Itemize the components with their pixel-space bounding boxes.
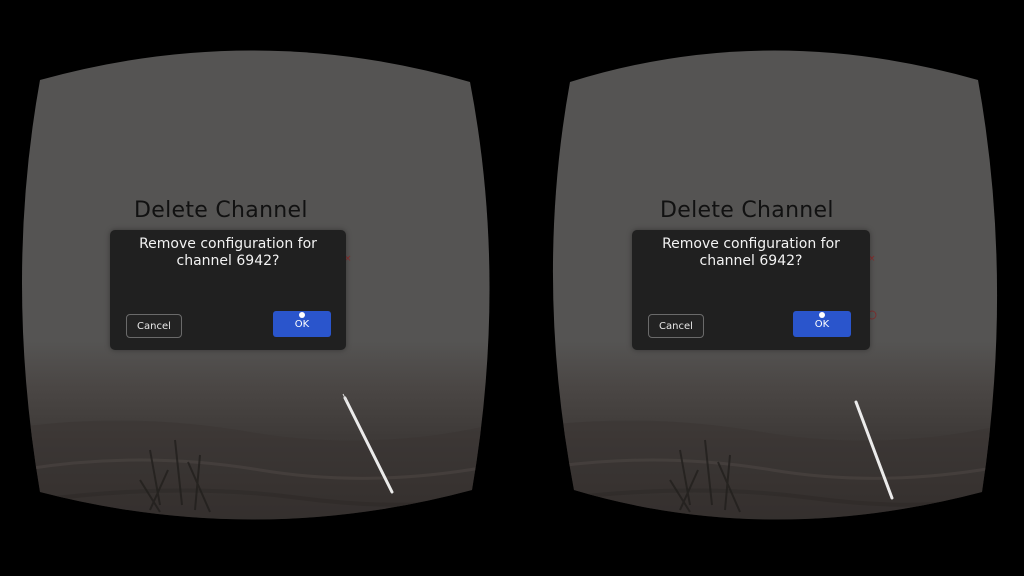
gaze-cursor [819,312,825,318]
dialog-title: Delete Channel [660,198,834,223]
dialog-message: Remove configuration for channel 6942? [662,236,840,269]
dialog-message: Remove configuration for channel 6942? [139,236,317,269]
ok-label: OK [814,319,830,330]
dialog-title: Delete Channel [134,198,308,223]
left-eye-view: Delete Channel × Remove configuration fo… [0,0,512,576]
cancel-button[interactable]: Cancel [126,314,182,338]
ok-label: OK [294,319,310,330]
vr-stereo-view: Delete Channel × Remove configuration fo… [0,0,1024,576]
cancel-button[interactable]: Cancel [648,314,704,338]
confirm-dialog: Remove configuration for channel 6942? C… [110,230,346,350]
ok-button[interactable]: OK [273,311,331,337]
gaze-cursor [299,312,305,318]
confirm-dialog: Remove configuration for channel 6942? C… [632,230,870,350]
ok-button[interactable]: OK [793,311,851,337]
right-eye-view: Delete Channel × Remove configuration fo… [512,0,1024,576]
